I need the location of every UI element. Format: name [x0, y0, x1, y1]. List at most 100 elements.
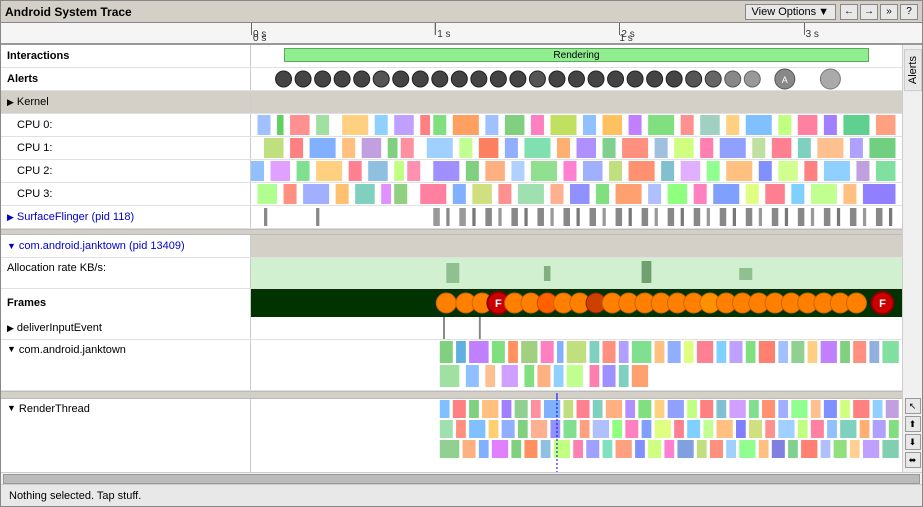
divider-content-2 [251, 392, 902, 398]
cpu0-trace [251, 114, 902, 136]
janktown-thread-label[interactable]: ▼ com.android.janktown [1, 340, 251, 390]
svg-text:A: A [782, 75, 788, 85]
title-bar-right: View Options ▼ ← → » ? [745, 4, 919, 20]
kernel-header-row: ▶ Kernel [1, 91, 902, 114]
cpu2-label[interactable]: CPU 2: [1, 160, 251, 182]
surface-flinger-header-row: ▶ SurfaceFlinger (pid 118) [1, 206, 902, 229]
alloc-rate-content[interactable] [251, 258, 902, 288]
cpu0-text: CPU 0: [17, 119, 52, 131]
surface-flinger-trace [251, 206, 902, 228]
cpu2-content[interactable] [251, 160, 902, 182]
cpu3-content[interactable] [251, 183, 902, 205]
deliver-input-row: ▶ deliverInputEvent [1, 317, 902, 340]
svg-text:F: F [879, 298, 886, 310]
title-bar-left: Android System Trace [5, 5, 132, 19]
janktown-thread-content[interactable] [251, 340, 902, 390]
cpu3-text: CPU 3: [17, 188, 52, 200]
view-options-label: View Options [752, 6, 817, 18]
pan-down-button[interactable]: ⬇ [905, 434, 921, 450]
frames-row: Frames F [1, 289, 902, 317]
divider-label-1 [1, 230, 251, 234]
forward-button[interactable]: → [860, 4, 878, 20]
cpu2-trace [251, 160, 902, 182]
alloc-rate-chart [251, 258, 902, 288]
cpu1-label[interactable]: CPU 1: [1, 137, 251, 159]
kernel-section-label[interactable]: ▶ Kernel [1, 91, 251, 113]
render-thread-row: ▼ RenderThread [1, 399, 902, 472]
interactions-row: Interactions Rendering [1, 45, 902, 68]
deliver-input-trace [251, 317, 902, 339]
deliver-input-content[interactable] [251, 317, 902, 339]
view-options-button[interactable]: View Options ▼ [745, 4, 837, 20]
cpu3-row: CPU 3: [1, 183, 902, 206]
janktown-header-text: com.android.janktown (pid 13409) [19, 240, 185, 252]
cpu0-content[interactable] [251, 114, 902, 136]
render-thread-arrow-icon: ▼ [7, 403, 16, 413]
cpu3-trace [251, 183, 902, 205]
frames-label[interactable]: Frames [1, 289, 251, 317]
cursor-tool-button[interactable]: ↖ [905, 398, 921, 414]
nav-group: ← → » ? [840, 4, 918, 20]
cpu1-content[interactable] [251, 137, 902, 159]
deliver-input-label[interactable]: ▶ deliverInputEvent [1, 317, 251, 339]
rendering-bar: Rendering [284, 48, 870, 62]
cpu0-row: CPU 0: [1, 114, 902, 137]
alerts-circles: A [251, 68, 902, 90]
janktown-thread-trace [251, 340, 902, 390]
cpu0-label[interactable]: CPU 0: [1, 114, 251, 136]
alloc-rate-text: Allocation rate KB/s: [7, 262, 106, 274]
status-bar: Nothing selected. Tap stuff. [1, 484, 922, 506]
kernel-arrow-icon: ▶ [7, 97, 14, 108]
right-tool-panel: Alerts ↖ ⬆ ⬇ ⬌ [902, 45, 922, 472]
pan-up-button[interactable]: ⬆ [905, 416, 921, 432]
interactions-label[interactable]: Interactions [1, 45, 251, 67]
divider-content-1 [251, 230, 902, 234]
frames-content[interactable]: F [251, 289, 902, 317]
dropdown-arrow-icon: ▼ [818, 6, 829, 18]
alerts-label[interactable]: Alerts [1, 68, 251, 90]
divider-row-2 [1, 391, 902, 399]
cpu2-text: CPU 2: [17, 165, 52, 177]
janktown-thread-row: ▼ com.android.janktown [1, 340, 902, 391]
status-message: Nothing selected. Tap stuff. [9, 490, 141, 502]
deliver-input-text: deliverInputEvent [17, 322, 102, 334]
cpu2-row: CPU 2: [1, 160, 902, 183]
alerts-tab-text: Alerts [907, 56, 919, 84]
janktown-thread-text: com.android.janktown [19, 344, 126, 356]
deliver-input-arrow-icon: ▶ [7, 323, 14, 334]
divider-label-2 [1, 392, 251, 398]
back-button[interactable]: ← [840, 4, 858, 20]
cpu1-text: CPU 1: [17, 142, 52, 154]
surface-flinger-content[interactable] [251, 206, 902, 228]
h-scrollbar[interactable] [1, 472, 922, 484]
alerts-content[interactable]: A [251, 68, 902, 90]
main-content: 0 s 1 s 0 s 1 s 2 s 3 s 4 s 5 s [1, 23, 922, 484]
janktown-thread-arrow-icon: ▼ [7, 344, 16, 354]
frames-trace: F [251, 289, 902, 317]
interactions-text: Interactions [7, 50, 69, 62]
more-button[interactable]: » [880, 4, 898, 20]
alerts-row: Alerts [1, 68, 902, 91]
cpu3-label[interactable]: CPU 3: [1, 183, 251, 205]
cpu1-trace [251, 137, 902, 159]
render-thread-label[interactable]: ▼ RenderThread [1, 399, 251, 472]
alloc-rate-label[interactable]: Allocation rate KB/s: [1, 258, 251, 288]
janktown-header-content[interactable] [251, 235, 902, 257]
alerts-tab[interactable]: Alerts [904, 49, 922, 91]
janktown-header-row: ▼ com.android.janktown (pid 13409) [1, 235, 902, 258]
frames-text: Frames [7, 297, 46, 309]
surface-flinger-arrow-icon: ▶ [7, 212, 14, 223]
render-thread-content[interactable] [251, 399, 902, 472]
surface-flinger-label[interactable]: ▶ SurfaceFlinger (pid 118) [1, 206, 251, 228]
h-scrollbar-thumb[interactable] [3, 474, 920, 484]
kernel-section-content[interactable] [251, 91, 902, 113]
help-button[interactable]: ? [900, 4, 918, 20]
kernel-text: Kernel [17, 96, 49, 108]
app-window: Android System Trace View Options ▼ ← → … [0, 0, 923, 507]
trace-body: Interactions Rendering Alerts [1, 45, 922, 472]
title-bar: Android System Trace View Options ▼ ← → … [1, 1, 922, 23]
rows-container: Interactions Rendering Alerts [1, 45, 902, 472]
janktown-header-label[interactable]: ▼ com.android.janktown (pid 13409) [1, 235, 251, 257]
pan-lr-button[interactable]: ⬌ [905, 452, 921, 468]
interactions-content[interactable]: Rendering [251, 45, 902, 67]
